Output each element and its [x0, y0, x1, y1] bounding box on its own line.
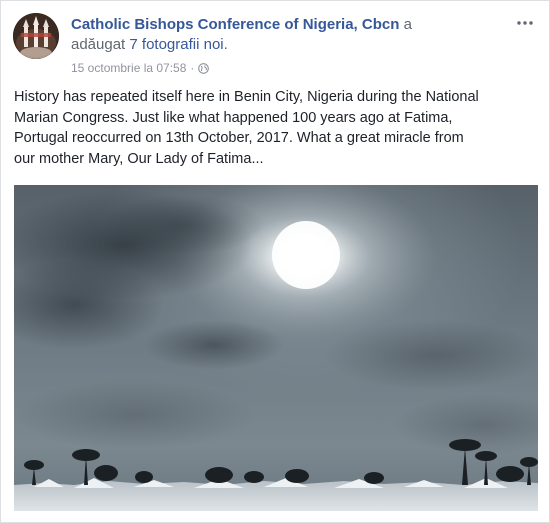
post-attribution: Catholic Bishops Conference of Nigeria, … — [71, 15, 501, 55]
action-suffix: . — [223, 36, 228, 53]
post-message-line: our mother Mary, Our Lady of Fatima... — [14, 150, 264, 167]
photos-link[interactable]: 7 fotografii noi — [129, 36, 223, 53]
globe-icon[interactable] — [198, 62, 210, 74]
post-header: Catholic Bishops Conference of Nigeria, … — [13, 11, 537, 75]
more-options-icon[interactable] — [513, 15, 537, 31]
post-message-line: History has repeated itself here in Beni… — [14, 89, 479, 105]
meta-separator: · — [190, 61, 195, 75]
action-prefix: a — [403, 16, 412, 33]
avatar-figures-icon — [13, 13, 59, 59]
post-timestamp[interactable]: 15 octombrie la 07:58 — [71, 61, 186, 75]
post-meta: 15 octombrie la 07:58 · — [71, 61, 210, 75]
post-message-line: Portugal reoccurred on 13th October, 201… — [14, 130, 464, 146]
post-message-line: Marian Congress. Just like what happened… — [14, 109, 453, 126]
post-message: History has repeated itself here in Beni… — [14, 87, 539, 169]
page-name-link[interactable]: Catholic Bishops Conference of Nigeria, … — [71, 16, 399, 33]
page-avatar[interactable] — [13, 13, 59, 59]
action-verb: adăugat — [71, 36, 126, 53]
facebook-post: Catholic Bishops Conference of Nigeria, … — [0, 0, 550, 523]
sky-photo-image — [14, 185, 538, 511]
post-photo[interactable] — [14, 185, 538, 511]
